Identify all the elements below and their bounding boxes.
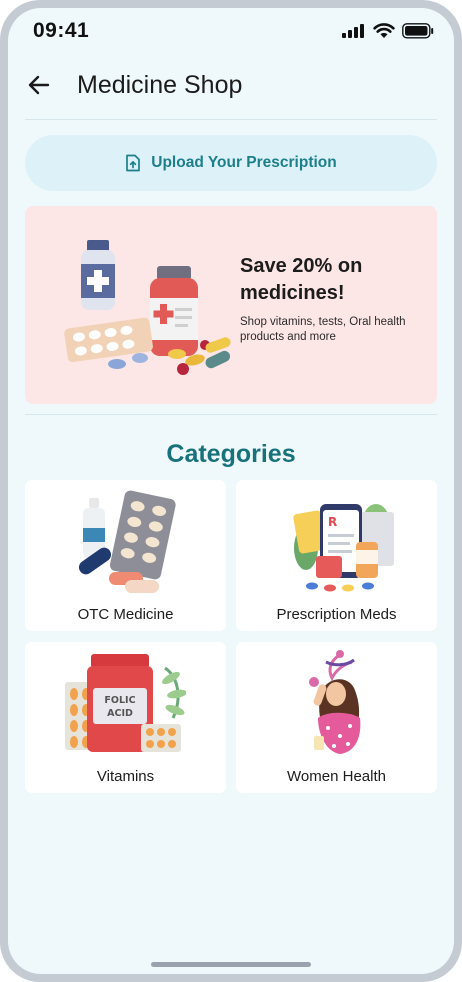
svg-text:R: R [328,515,337,529]
wifi-icon [373,23,395,38]
category-label: Prescription Meds [276,606,397,623]
banner-divider [25,414,437,415]
category-card-women-health[interactable]: Women Health [236,642,437,793]
categories-title: Categories [166,440,296,468]
category-label: Vitamins [96,768,155,785]
page-title: Medicine Shop [77,71,243,99]
upload-file-icon [126,154,141,172]
status-icons [342,23,434,39]
signal-icon [342,24,364,38]
category-label: Women Health [287,768,386,785]
folic-acid-label: FOLIC [104,695,135,706]
vitamins-illustration: FOLIC ACID [65,654,186,752]
medicine-bottles-illustration [64,240,231,375]
otc-medicine-illustration [78,490,176,593]
status-bar: 09:41 [8,8,454,56]
promo-headline: Save 20% on medicines! [240,255,363,304]
status-time: 09:41 [33,19,90,42]
category-card-otc-medicine[interactable]: OTC Medicine [25,480,226,631]
category-card-vitamins[interactable]: FOLIC ACID Vitamins [25,642,226,793]
screen: 09:41 Medicine Shop Upload Your Prescrip… [8,8,454,974]
header-divider [25,119,437,120]
promo-banner[interactable]: Save 20% on medicines! Shop vitamins, te… [25,206,437,404]
upload-prescription-button[interactable]: Upload Your Prescription [25,135,437,191]
promo-subtext: Shop vitamins, tests, Oral health produc… [240,316,406,343]
prescription-meds-illustration: R [293,504,394,592]
category-card-prescription-meds[interactable]: R Prescription Meds [236,480,437,631]
home-indicator[interactable] [151,962,311,967]
battery-icon [402,23,434,39]
app-header: Medicine Shop [8,56,454,118]
upload-prescription-label: Upload Your Prescription [151,154,337,171]
folic-acid-label: ACID [107,708,133,719]
device-frame: 09:41 Medicine Shop Upload Your Prescrip… [0,0,462,982]
back-arrow-icon[interactable] [26,72,52,98]
women-health-illustration [309,650,361,754]
category-label: OTC Medicine [77,606,174,623]
